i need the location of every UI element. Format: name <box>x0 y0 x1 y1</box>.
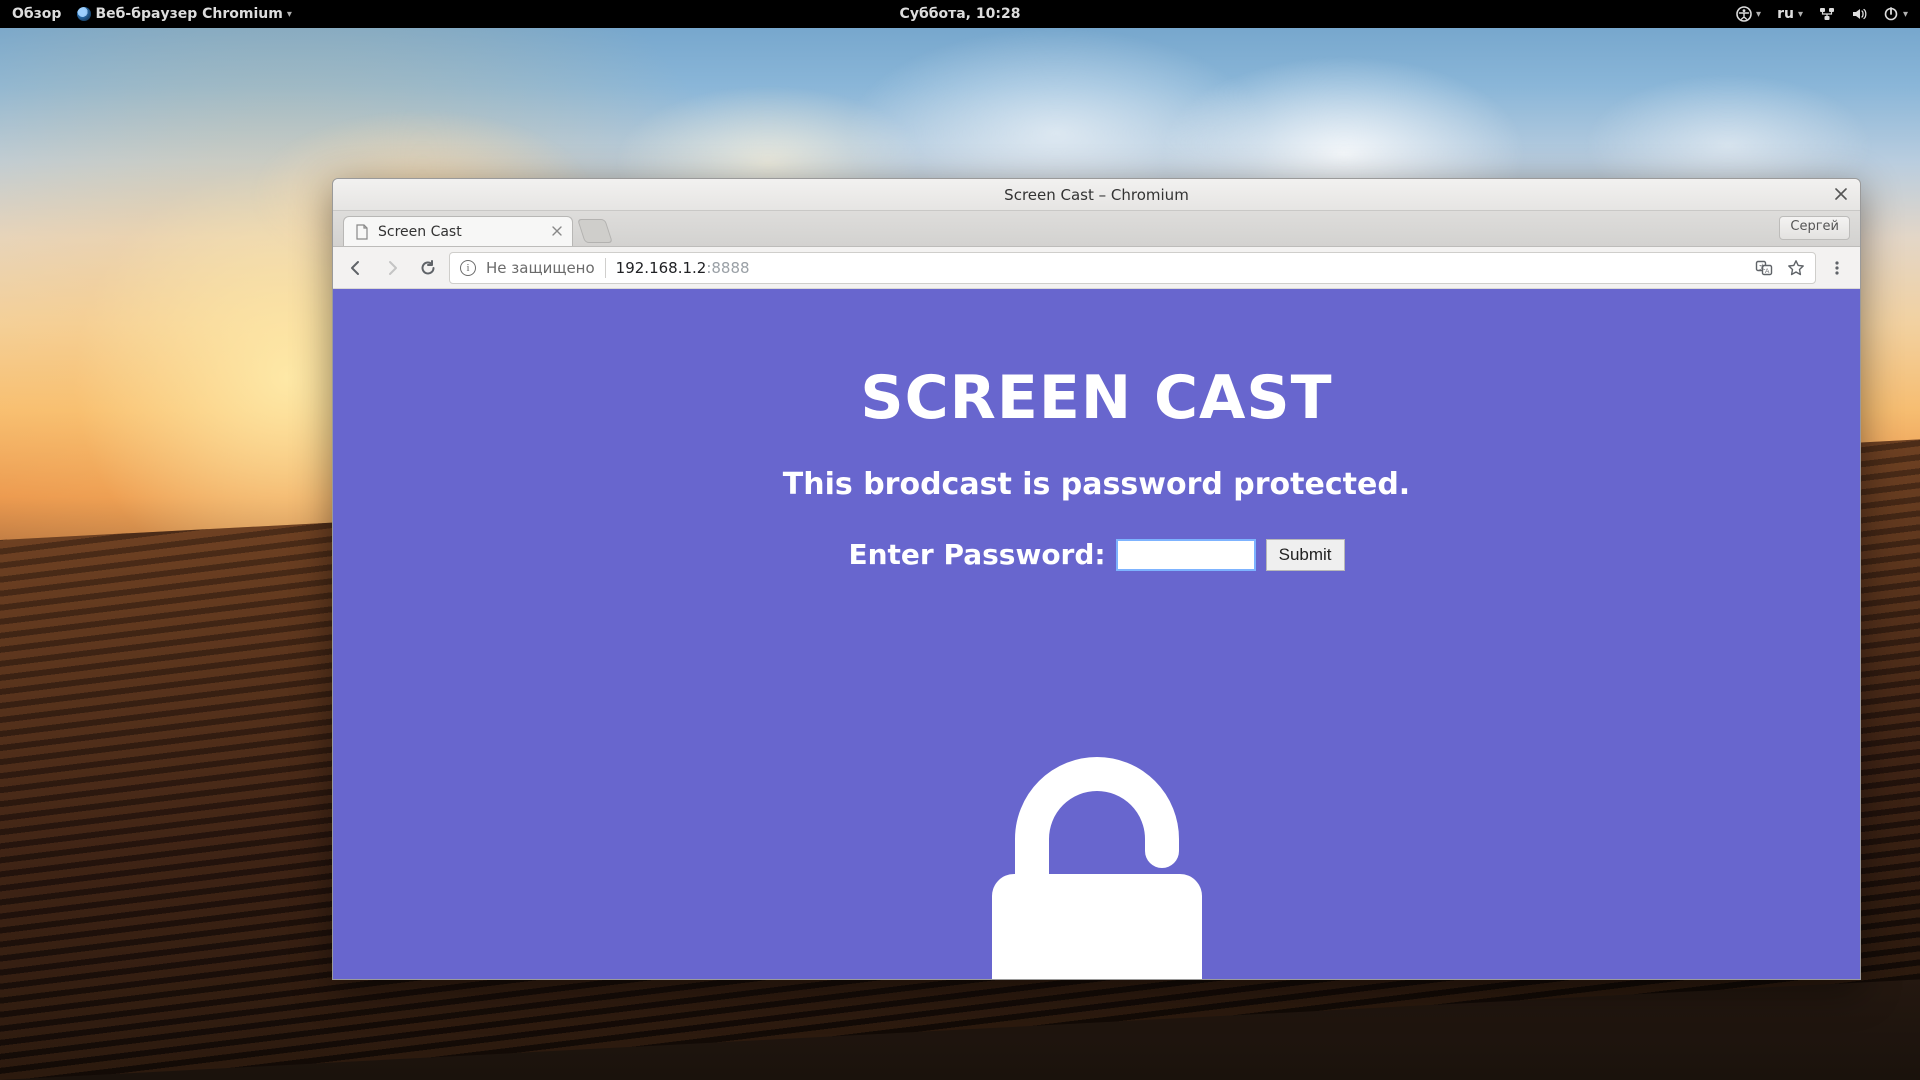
arrow-left-icon <box>347 259 365 277</box>
browser-tab[interactable]: Screen Cast <box>343 216 573 246</box>
info-icon: i <box>460 260 476 276</box>
reload-icon <box>419 259 437 277</box>
translate-icon[interactable]: 文A <box>1755 259 1773 277</box>
volume-indicator[interactable] <box>1847 0 1871 28</box>
back-button[interactable] <box>341 253 371 283</box>
network-icon <box>1819 6 1835 22</box>
power-menu[interactable]: ▾ <box>1879 0 1912 28</box>
arrow-right-icon <box>383 259 401 277</box>
url-port: :8888 <box>706 259 749 277</box>
browser-toolbar: i Не защищено 192.168.1.2:8888 文A <box>333 247 1860 289</box>
close-icon <box>552 226 562 236</box>
network-indicator[interactable] <box>1815 0 1839 28</box>
window-close-button[interactable] <box>1832 185 1850 203</box>
window-titlebar[interactable]: Screen Cast – Chromium <box>333 179 1860 211</box>
reload-button[interactable] <box>413 253 443 283</box>
clock[interactable]: Суббота, 10:28 <box>896 0 1025 28</box>
window-title: Screen Cast – Chromium <box>1004 186 1189 204</box>
accessibility-icon <box>1736 6 1752 22</box>
chevron-down-icon: ▾ <box>1798 9 1803 20</box>
password-label: Enter Password: <box>848 538 1105 571</box>
power-icon <box>1883 6 1899 22</box>
keyboard-layout[interactable]: ru ▾ <box>1773 0 1807 28</box>
keyboard-layout-label: ru <box>1777 6 1794 22</box>
url-host: 192.168.1.2 <box>616 259 707 277</box>
address-bar[interactable]: i Не защищено 192.168.1.2:8888 文A <box>449 252 1816 284</box>
profile-chip[interactable]: Сергей <box>1779 216 1850 240</box>
chevron-down-icon: ▾ <box>1756 9 1761 20</box>
page-viewport: SCREEN CAST This brodcast is password pr… <box>333 289 1860 979</box>
password-form: Enter Password: Submit <box>333 538 1860 571</box>
browser-menu-button[interactable] <box>1822 253 1852 283</box>
kebab-menu-icon <box>1829 260 1845 276</box>
close-icon <box>1835 188 1847 200</box>
chevron-down-icon: ▾ <box>287 9 292 20</box>
page-heading: SCREEN CAST <box>333 363 1860 433</box>
accessibility-menu[interactable]: ▾ <box>1732 0 1765 28</box>
volume-icon <box>1851 6 1867 22</box>
new-tab-button[interactable] <box>577 219 613 243</box>
url-display: 192.168.1.2:8888 <box>616 259 750 277</box>
tab-strip: Screen Cast Сергей <box>333 211 1860 247</box>
submit-button[interactable]: Submit <box>1266 539 1345 571</box>
star-icon[interactable] <box>1787 259 1805 277</box>
password-input[interactable] <box>1116 539 1256 571</box>
security-status[interactable]: Не защищено <box>486 259 595 277</box>
activities-button[interactable]: Обзор <box>8 0 65 28</box>
tab-close-button[interactable] <box>552 224 562 240</box>
page-subheading: This brodcast is password protected. <box>333 467 1860 502</box>
gnome-top-bar: Обзор Веб-браузер Chromium ▾ Суббота, 10… <box>0 0 1920 28</box>
file-icon <box>354 224 370 240</box>
browser-window: Screen Cast – Chromium Screen Cast Серге… <box>332 178 1861 980</box>
app-menu[interactable]: Веб-браузер Chromium ▾ <box>73 0 295 28</box>
separator <box>605 258 606 278</box>
lock-graphic <box>937 699 1257 979</box>
tab-title: Screen Cast <box>378 224 462 240</box>
unlock-icon <box>937 699 1257 979</box>
svg-text:A: A <box>1765 268 1770 275</box>
forward-button[interactable] <box>377 253 407 283</box>
chromium-icon <box>77 7 91 21</box>
app-menu-label: Веб-браузер Chromium <box>95 6 282 22</box>
chevron-down-icon: ▾ <box>1903 9 1908 20</box>
